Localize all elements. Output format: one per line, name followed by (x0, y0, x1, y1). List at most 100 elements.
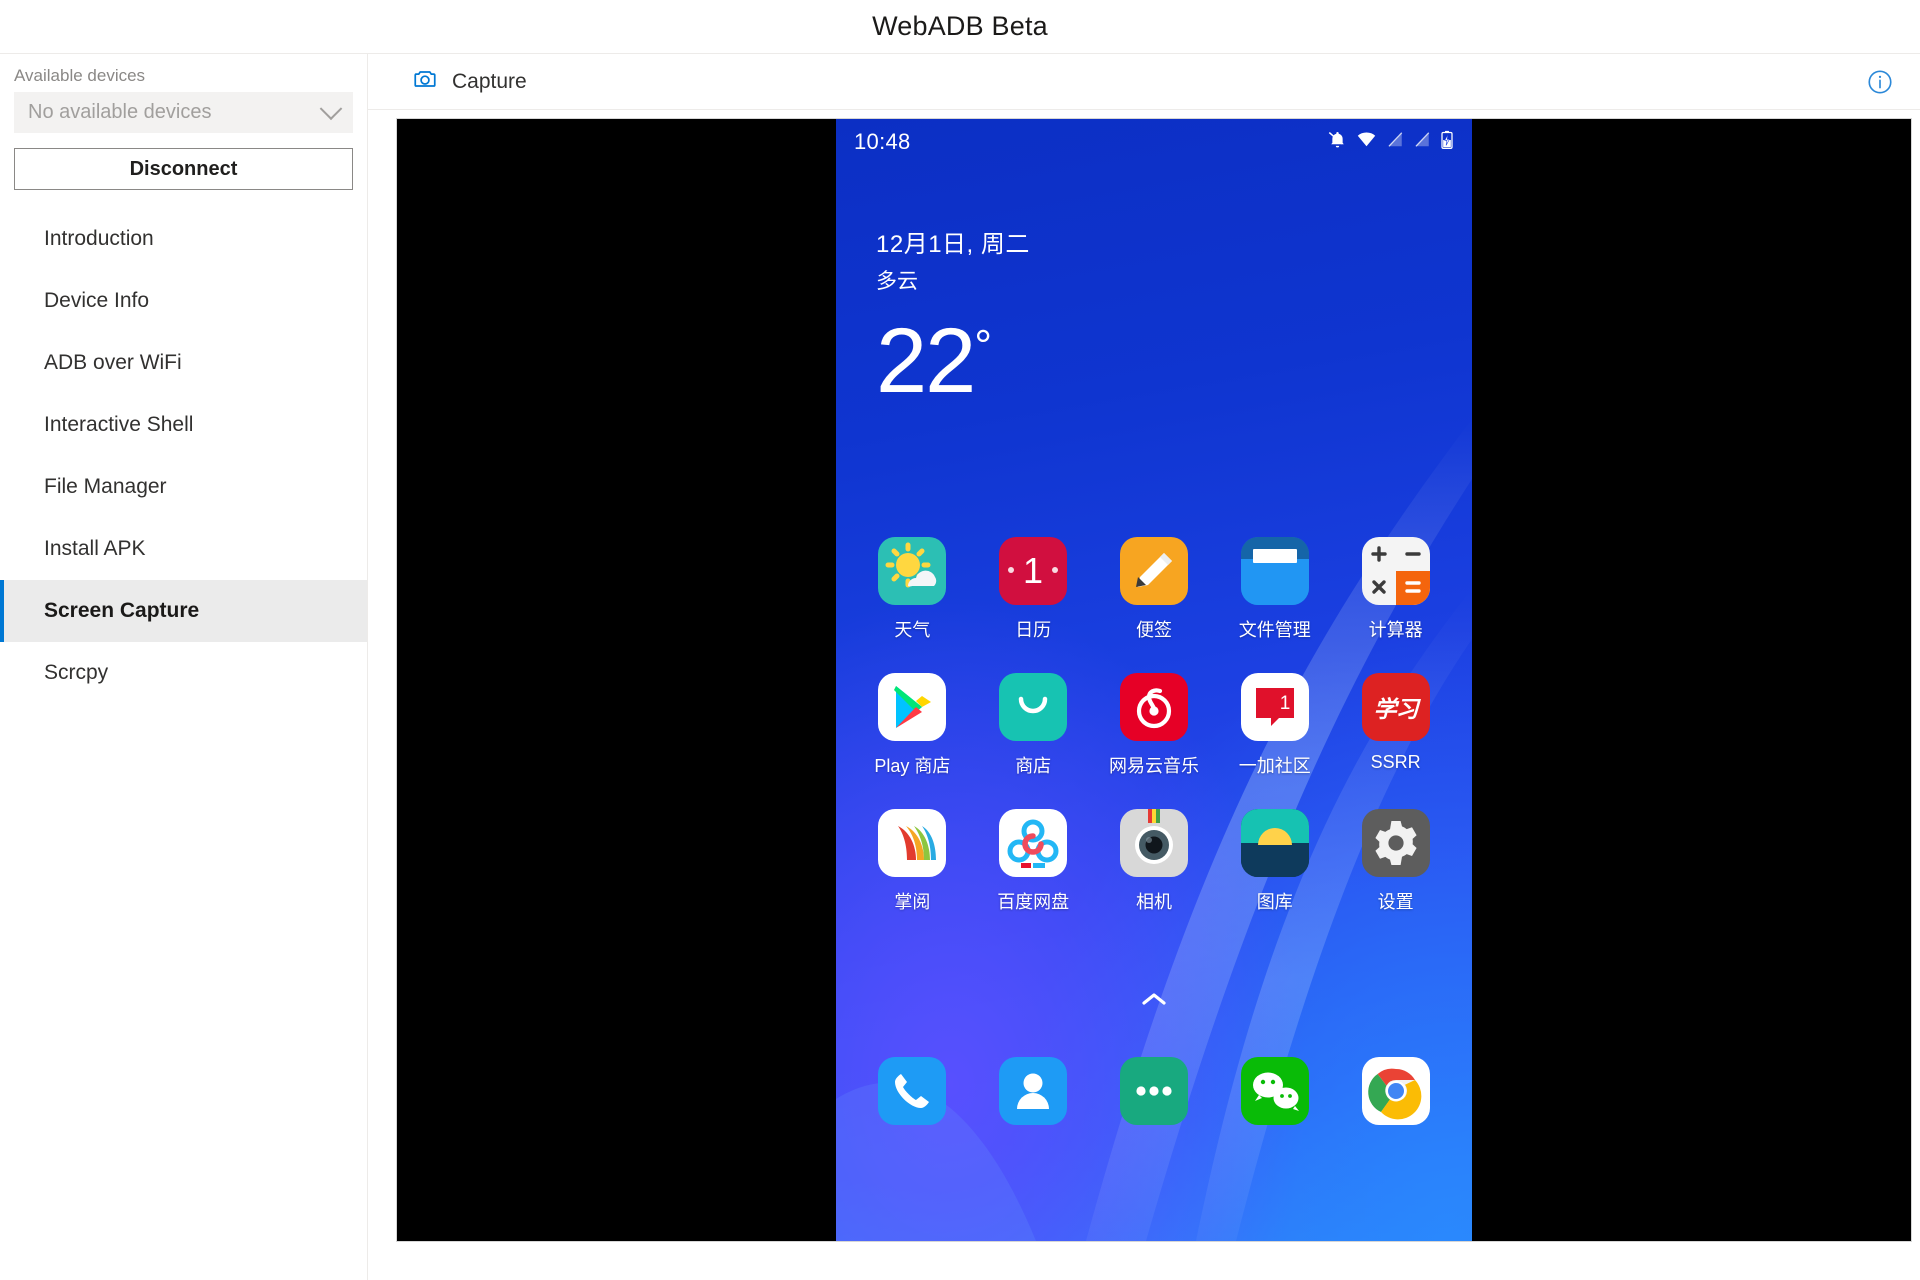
disconnect-button[interactable]: Disconnect (14, 148, 353, 190)
sidebar-item-label: Device Info (44, 289, 150, 312)
app-label: 掌阅 (894, 892, 931, 912)
app-label: 文件管理 (1238, 620, 1311, 640)
status-bar-clock: 10:48 (854, 129, 911, 154)
dock-app-contacts[interactable] (981, 1057, 1085, 1125)
weather-widget[interactable]: 12月1日, 周二 多云 22° (876, 224, 1030, 407)
device-dock (852, 1057, 1456, 1125)
weather-degree-symbol: ° (974, 321, 992, 371)
ssrr-icon-text: 学习 (1373, 696, 1419, 722)
app-label: 网易云音乐 (1108, 756, 1199, 776)
device-select-value: No available devices (28, 101, 212, 123)
sidebar-item-install-apk[interactable]: Install APK (0, 518, 367, 580)
app-drawer-handle[interactable] (836, 991, 1472, 1012)
app-label: 日历 (1015, 620, 1052, 640)
app-label: 图库 (1256, 892, 1293, 912)
app-ireader[interactable]: 掌阅 (860, 809, 964, 914)
app-gallery[interactable]: 图库 (1223, 809, 1327, 914)
sidebar-item-label: File Manager (44, 475, 167, 498)
app-oneplus-store[interactable]: 商店 (981, 673, 1085, 778)
window-title-bar: WebADB Beta (0, 0, 1920, 54)
play-store-app-icon (878, 673, 947, 741)
sidebar-item-introduction[interactable]: Introduction (0, 208, 367, 270)
app-play-store[interactable]: Play 商店 (860, 673, 964, 778)
messages-app-icon (1119, 1057, 1188, 1125)
sidebar-item-device-info[interactable]: Device Info (0, 270, 367, 332)
sidebar-item-label: Screen Capture (44, 599, 200, 622)
dock-app-messages[interactable] (1102, 1057, 1206, 1125)
app-row: 掌阅 百度网盘 相机 图库 设置 (852, 809, 1456, 914)
notes-app-icon (1119, 537, 1188, 605)
app-file-manager[interactable]: 文件管理 (1223, 537, 1327, 642)
sidebar-item-adb-over-wifi[interactable]: ADB over WiFi (0, 332, 367, 394)
app-baidu-netdisk[interactable]: 百度网盘 (981, 809, 1085, 914)
ssrr-app-icon: 学习 (1361, 673, 1430, 741)
sidebar-item-screen-capture[interactable]: Screen Capture (0, 580, 367, 642)
wifi-icon (1356, 130, 1377, 154)
disconnect-button-label: Disconnect (129, 157, 238, 180)
weather-temp-value: 22 (876, 310, 976, 412)
app-notes[interactable]: 便签 (1102, 537, 1206, 642)
app-label: Play 商店 (874, 756, 951, 776)
app-camera[interactable]: 相机 (1102, 809, 1206, 914)
device-select-dropdown[interactable]: No available devices (14, 92, 353, 133)
sidebar-item-interactive-shell[interactable]: Interactive Shell (0, 394, 367, 456)
app-weather[interactable]: 天气 (860, 537, 964, 642)
sidebar-item-file-manager[interactable]: File Manager (0, 456, 367, 518)
app-netease-music[interactable]: 网易云音乐 (1102, 673, 1206, 778)
available-devices-label: Available devices (14, 66, 146, 85)
baidu-netdisk-app-icon (999, 809, 1068, 877)
app-label: 计算器 (1368, 620, 1423, 640)
settings-app-icon (1361, 809, 1430, 877)
weather-condition: 多云 (876, 270, 918, 293)
dock-app-chrome[interactable] (1344, 1057, 1448, 1125)
calculator-app-icon (1361, 537, 1430, 605)
app-label: 百度网盘 (997, 892, 1070, 912)
sidebar-item-scrcpy[interactable]: Scrcpy (0, 642, 367, 704)
sidebar-item-label: Install APK (44, 537, 146, 560)
app-oneplus-community[interactable]: 1 一加社区 (1223, 673, 1327, 778)
camera-app-icon (1119, 809, 1188, 877)
phone-app-icon (878, 1057, 947, 1125)
status-bar-icons (1328, 130, 1454, 155)
device-status-bar: 10:48 (836, 119, 1472, 165)
app-label: 相机 (1135, 892, 1172, 912)
signal-off-1-icon (1386, 130, 1404, 154)
signal-off-2-icon (1413, 130, 1431, 154)
calendar-app-icon: 1 (999, 537, 1068, 605)
sidebar-item-label: Introduction (44, 227, 154, 250)
oneplus-store-app-icon (999, 673, 1068, 741)
sidebar-nav: Introduction Device Info ADB over WiFi I… (0, 208, 367, 704)
dock-app-wechat[interactable] (1223, 1057, 1327, 1125)
capture-button[interactable]: Capture (404, 62, 535, 101)
app-label: 商店 (1015, 756, 1052, 776)
app-ssrr[interactable]: 学习 SSRR (1344, 673, 1448, 778)
app-label: SSRR (1370, 752, 1421, 772)
weather-temperature: 22° (876, 315, 1030, 407)
app-label: 设置 (1377, 892, 1414, 912)
app-calendar[interactable]: 1 日历 (981, 537, 1085, 642)
camera-icon (412, 66, 438, 97)
app-label: 一加社区 (1238, 756, 1311, 776)
chevron-up-icon (1141, 991, 1167, 1012)
svg-text:1: 1 (1279, 693, 1290, 714)
gallery-app-icon (1240, 809, 1309, 877)
app-calculator[interactable]: 计算器 (1344, 537, 1448, 642)
battery-charging-icon (1440, 130, 1454, 155)
oneplus-community-app-icon: 1 (1240, 673, 1309, 741)
file-manager-app-icon (1240, 537, 1309, 605)
weather-app-icon (878, 537, 947, 605)
app-label: 便签 (1135, 620, 1172, 640)
app-title: WebADB Beta (872, 11, 1048, 41)
sidebar-item-label: Interactive Shell (44, 413, 194, 436)
app-settings[interactable]: 设置 (1344, 809, 1448, 914)
dock-app-phone[interactable] (860, 1057, 964, 1125)
wechat-app-icon (1240, 1057, 1309, 1125)
app-row: 天气 1 日历 便签 文件管理 计算器 (852, 537, 1456, 642)
info-circle-icon[interactable] (1866, 68, 1894, 96)
device-screen[interactable]: 10:48 12月1日, 周二 多云 22° 天气 1 日历 便签 文件管理 计… (836, 119, 1472, 1241)
sidebar: Available devices No available devices D… (0, 54, 368, 1280)
app-row: Play 商店 商店 网易云音乐 1 一加社区 学习 SSRR (852, 673, 1456, 778)
ireader-app-icon (878, 809, 947, 877)
capture-canvas[interactable]: 10:48 12月1日, 周二 多云 22° 天气 1 日历 便签 文件管理 计… (396, 118, 1912, 1242)
netease-music-app-icon (1119, 673, 1188, 741)
